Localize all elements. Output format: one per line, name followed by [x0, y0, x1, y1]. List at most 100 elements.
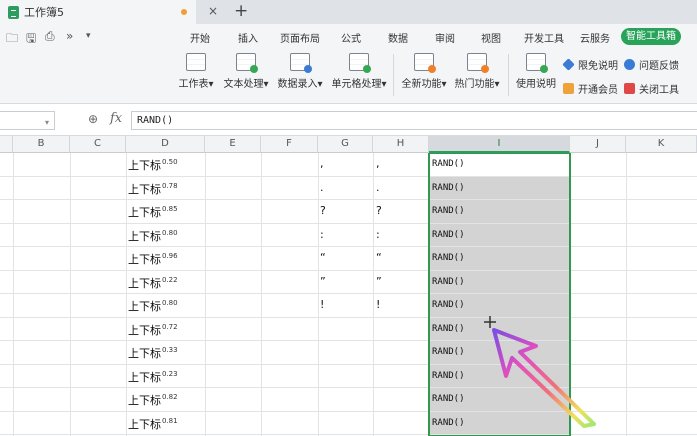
new-tab-button[interactable]: +: [234, 1, 248, 21]
cell-g[interactable]: ?: [320, 204, 326, 217]
cell-g[interactable]: .: [320, 181, 324, 194]
cell-text: 上下标: [128, 371, 161, 384]
cell-d[interactable]: 上下标0.23: [128, 369, 178, 385]
close-tool-link[interactable]: 关闭工具: [624, 81, 679, 96]
menu-formulas[interactable]: 公式: [341, 30, 361, 45]
superscript-value: 0.96: [162, 252, 178, 260]
superscript-value: 0.72: [162, 323, 178, 331]
more-icon[interactable]: »: [66, 29, 73, 43]
grid-line: [373, 153, 374, 436]
unsaved-indicator: [181, 9, 187, 15]
ribbon: 工作表▾ 文本处理▾ 数据录入▾ 单元格处理▾ 全新功能▾ 热门功能▾ 使用说明…: [0, 48, 697, 104]
cell-d[interactable]: 上下标0.22: [128, 275, 178, 291]
save-icon[interactable]: 🖫: [26, 29, 36, 50]
cell-d[interactable]: 上下标0.96: [128, 251, 178, 267]
grid-line: [318, 153, 319, 436]
close-tab-icon[interactable]: ×: [208, 4, 218, 18]
cell-text: 上下标: [128, 418, 161, 431]
cell-d[interactable]: 上下标0.33: [128, 345, 178, 361]
tag-icon: [562, 58, 575, 71]
row-header-corner[interactable]: [0, 136, 13, 153]
new-features-button[interactable]: 全新功能▾: [401, 53, 447, 90]
grid-line: [0, 199, 697, 200]
fx-icon[interactable]: fx: [110, 111, 122, 126]
superscript-value: 0.80: [162, 229, 178, 237]
cell-d[interactable]: 上下标0.72: [128, 322, 178, 338]
column-header[interactable]: K: [626, 136, 697, 153]
menu-insert[interactable]: 插入: [238, 30, 258, 45]
superscript-value: 0.82: [162, 393, 178, 401]
cell-processing-button[interactable]: 单元格处理▾: [331, 53, 387, 90]
column-header[interactable]: J: [570, 136, 626, 153]
column-header-selected[interactable]: I: [429, 136, 570, 153]
menu-view[interactable]: 视图: [481, 30, 501, 45]
column-header[interactable]: F: [261, 136, 318, 153]
text-processing-button[interactable]: 文本处理▾: [223, 53, 269, 90]
cell-d[interactable]: 上下标0.80: [128, 298, 178, 314]
grid-line: [0, 270, 697, 271]
menu-smart-toolbox[interactable]: 智能工具箱: [621, 28, 681, 45]
popular-features-button[interactable]: 热门功能▾: [454, 53, 500, 90]
data-entry-button[interactable]: 数据录入▾: [277, 53, 323, 90]
name-box[interactable]: ▾: [0, 111, 55, 130]
grid-line: [126, 153, 127, 436]
cell-h[interactable]: “: [376, 251, 382, 264]
menu-data[interactable]: 数据: [388, 30, 408, 45]
cell-text: 上下标: [128, 347, 161, 360]
cell-g[interactable]: !: [320, 298, 324, 311]
cell-h[interactable]: !: [376, 298, 380, 311]
column-header[interactable]: H: [373, 136, 429, 153]
question-icon: [624, 59, 635, 70]
grid-line: [70, 153, 71, 436]
superscript-value: 0.22: [162, 276, 178, 284]
membership-link[interactable]: 开通会员: [563, 81, 618, 96]
cell-g[interactable]: ”: [320, 275, 326, 288]
ribbon-divider: [508, 54, 509, 96]
column-header[interactable]: D: [126, 136, 205, 153]
cell-g[interactable]: ,: [320, 157, 324, 170]
column-header[interactable]: C: [70, 136, 126, 153]
cell-h[interactable]: ”: [376, 275, 382, 288]
print-icon[interactable]: ⎙: [45, 29, 55, 44]
folder-icon[interactable]: 🗀: [6, 29, 18, 50]
column-header[interactable]: E: [205, 136, 261, 153]
column-header[interactable]: B: [13, 136, 70, 153]
usage-guide-button[interactable]: 使用说明: [516, 53, 556, 90]
grid-line: [261, 153, 262, 436]
cell-h[interactable]: ?: [376, 204, 382, 217]
chevron-down-icon[interactable]: ▾: [45, 118, 49, 127]
feedback-link[interactable]: 问题反馈: [624, 57, 679, 72]
menu-review[interactable]: 审阅: [435, 30, 455, 45]
cell-h[interactable]: :: [376, 228, 380, 241]
menu-page-layout[interactable]: 页面布局: [280, 30, 320, 45]
cell-text: 上下标: [128, 324, 161, 337]
cell-text: 上下标: [128, 159, 161, 172]
superscript-value: 0.50: [162, 158, 178, 166]
column-header[interactable]: G: [318, 136, 373, 153]
menu-home[interactable]: 开始: [190, 30, 210, 45]
cell-g[interactable]: :: [320, 228, 324, 241]
cell-d[interactable]: 上下标0.82: [128, 392, 178, 408]
grid-line: [0, 176, 697, 177]
cell-h[interactable]: ,: [376, 157, 380, 170]
grid-line: [205, 153, 206, 436]
menu-cloud[interactable]: 云服务: [580, 30, 610, 45]
cell-d[interactable]: 上下标0.50: [128, 157, 178, 173]
superscript-value: 0.78: [162, 182, 178, 190]
worksheet-button[interactable]: 工作表▾: [178, 53, 214, 90]
cell-h[interactable]: .: [376, 181, 380, 194]
cell-g[interactable]: “: [320, 251, 326, 264]
cell-d[interactable]: 上下标0.85: [128, 204, 178, 220]
zoom-icon[interactable]: ⊕: [88, 112, 98, 126]
cell-d[interactable]: 上下标0.78: [128, 181, 178, 197]
dropdown-icon[interactable]: ▾: [86, 31, 91, 41]
cursor-arrow-icon: [484, 316, 596, 428]
free-info-link[interactable]: 限免说明: [562, 57, 618, 72]
ribbon-divider: [393, 54, 394, 96]
document-tab[interactable]: 工作簿5: [0, 0, 196, 24]
cell-d[interactable]: 上下标0.80: [128, 228, 178, 244]
cell-d[interactable]: 上下标0.81: [128, 416, 178, 432]
menu-developer[interactable]: 开发工具: [524, 30, 564, 45]
superscript-value: 0.23: [162, 370, 178, 378]
formula-input[interactable]: RAND(): [131, 111, 697, 130]
